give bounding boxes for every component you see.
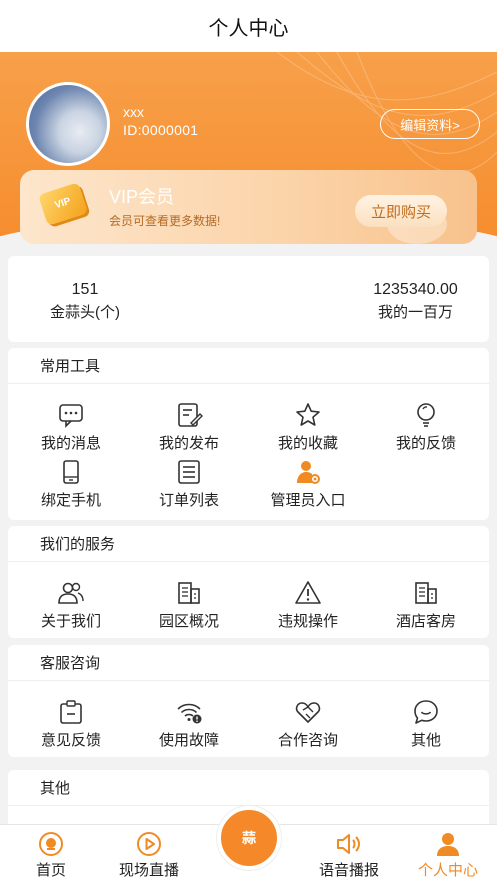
- phone-icon: [54, 457, 88, 487]
- building-icon: [172, 578, 206, 608]
- support-other[interactable]: 其他: [371, 697, 481, 750]
- section-customer-support: 客服咨询 意见反馈 使用故障 合作咨询 其他: [8, 645, 489, 757]
- tool-bind-phone[interactable]: 绑定手机: [16, 457, 126, 510]
- service-park-overview[interactable]: 园区概况: [134, 578, 244, 631]
- section-our-services: 我们的服务 关于我们 园区概况 违规操作 酒店客房: [8, 526, 489, 638]
- center-action-label: 蒜: [242, 830, 256, 846]
- vip-subtitle: 会员可查看更多数据!: [109, 214, 221, 228]
- center-action-button[interactable]: 蒜: [217, 806, 281, 870]
- page-title: 个人中心: [208, 17, 289, 40]
- tool-my-favorites[interactable]: 我的收藏: [253, 400, 363, 453]
- tool-label: 我的收藏: [277, 435, 338, 452]
- stat-value: 1235340.00: [373, 281, 458, 298]
- tool-label: 绑定手机: [40, 492, 101, 509]
- support-cooperation[interactable]: 合作咨询: [253, 697, 363, 750]
- hotel-icon: [409, 578, 443, 608]
- clipboard-icon: [54, 697, 88, 727]
- tool-label: 订单列表: [158, 492, 219, 509]
- chat-icon: [409, 697, 443, 727]
- stat-million[interactable]: 1235340.00 我的一百万: [353, 281, 478, 322]
- bulb-icon: [409, 400, 443, 430]
- home-icon: [6, 831, 96, 857]
- tool-label: 我的发布: [158, 435, 219, 452]
- edit-profile-button[interactable]: 编辑资料>: [380, 109, 480, 139]
- wifi-error-icon: [172, 697, 206, 727]
- vip-badge-icon: VIP: [38, 182, 88, 226]
- avatar[interactable]: [26, 82, 110, 166]
- tab-voice-broadcast[interactable]: 语音播报: [304, 831, 394, 880]
- tool-my-posts[interactable]: 我的发布: [134, 400, 244, 453]
- tab-label: 首页: [35, 862, 66, 879]
- section-common-tools: 常用工具 我的消息 我的发布 我的收藏 我的反馈 绑定手机 订单列表 管理员入口: [8, 348, 489, 520]
- service-label: 酒店客房: [395, 613, 456, 630]
- support-label: 其他: [410, 732, 441, 749]
- support-label: 意见反馈: [40, 732, 101, 749]
- warning-icon: [291, 578, 325, 608]
- tab-label: 现场直播: [118, 862, 179, 879]
- service-label: 园区概况: [158, 613, 219, 630]
- edit-doc-icon: [172, 400, 206, 430]
- section-title: 我们的服务: [8, 526, 489, 562]
- stat-value: 151: [71, 281, 99, 298]
- buy-now-button[interactable]: 立即购买: [355, 195, 447, 227]
- tool-label: 我的消息: [40, 435, 101, 452]
- section-title: 客服咨询: [8, 645, 489, 681]
- tab-personal-center[interactable]: 个人中心: [403, 831, 493, 880]
- service-label: 违规操作: [277, 613, 338, 630]
- tool-label: 管理员入口: [270, 492, 346, 509]
- top-bar: 个人中心: [0, 0, 497, 52]
- speaker-icon: [304, 831, 394, 857]
- service-hotel-rooms[interactable]: 酒店客房: [371, 578, 481, 631]
- section-title: 其他: [8, 770, 489, 806]
- handshake-icon: [291, 697, 325, 727]
- tab-label: 语音播报: [318, 862, 379, 879]
- tool-my-messages[interactable]: 我的消息: [16, 400, 126, 453]
- service-label: 关于我们: [40, 613, 101, 630]
- user-icon: [403, 831, 493, 857]
- star-icon: [291, 400, 325, 430]
- group-icon: [54, 578, 88, 608]
- service-violations[interactable]: 违规操作: [253, 578, 363, 631]
- vip-card[interactable]: VIP VIP会员 会员可查看更多数据! 立即购买: [20, 170, 477, 244]
- message-icon: [54, 400, 88, 430]
- tab-live[interactable]: 现场直播: [104, 831, 194, 880]
- list-icon: [172, 457, 206, 487]
- play-icon: [104, 831, 194, 857]
- stat-garlic[interactable]: 151 金蒜头(个): [40, 281, 130, 322]
- tab-home[interactable]: 首页: [6, 831, 96, 880]
- tab-label: 个人中心: [417, 862, 478, 879]
- support-label: 使用故障: [158, 732, 219, 749]
- service-about-us[interactable]: 关于我们: [16, 578, 126, 631]
- stats-card: 151 金蒜头(个) 1235340.00 我的一百万: [8, 256, 489, 342]
- tool-order-list[interactable]: 订单列表: [134, 457, 244, 510]
- user-id: ID:0000001: [123, 122, 199, 138]
- support-usage-fault[interactable]: 使用故障: [134, 697, 244, 750]
- support-feedback[interactable]: 意见反馈: [16, 697, 126, 750]
- tool-my-feedback[interactable]: 我的反馈: [371, 400, 481, 453]
- stat-label: 我的一百万: [377, 304, 453, 321]
- section-title: 常用工具: [8, 348, 489, 384]
- tool-admin-entry[interactable]: 管理员入口: [253, 457, 363, 510]
- user-name: xxx: [123, 104, 144, 120]
- admin-icon: [291, 457, 325, 487]
- stat-label: 金蒜头(个): [50, 304, 120, 321]
- vip-title: VIP会员: [109, 187, 175, 207]
- profile-header: xxx ID:0000001 编辑资料> VIP VIP会员 会员可查看更多数据…: [0, 52, 497, 252]
- support-label: 合作咨询: [277, 732, 338, 749]
- tool-label: 我的反馈: [395, 435, 456, 452]
